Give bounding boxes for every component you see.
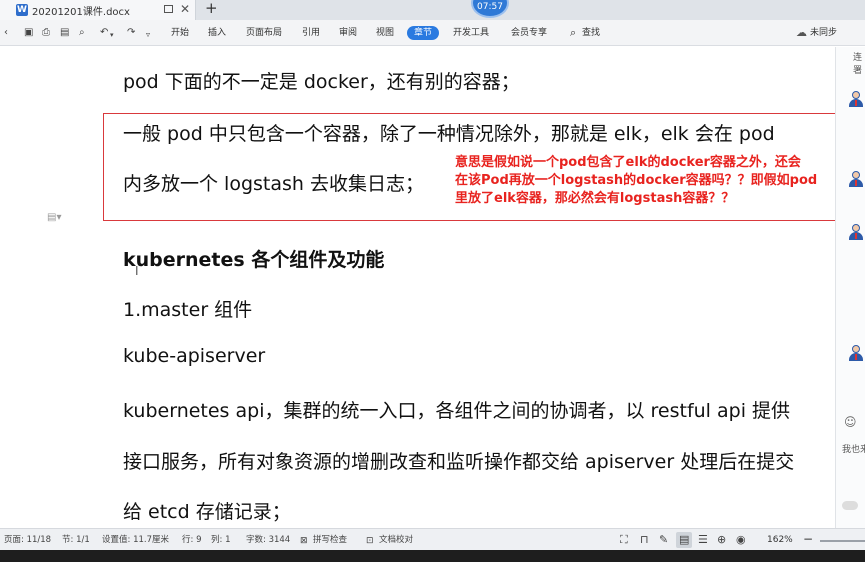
taskbar-strip — [0, 550, 865, 562]
menu-member[interactable]: 会员专享 — [511, 28, 547, 39]
web-view-icon[interactable]: ⊕ — [717, 534, 726, 546]
paragraph: pod 下面的不一定是 docker，还有别的容器； — [123, 71, 520, 93]
annotation-line: 在该Pod再放一个logstash的docker容器吗？？即假如pod — [455, 173, 818, 188]
outline-view-icon[interactable]: ☰ — [698, 534, 708, 546]
write-mode-icon[interactable]: ✎ — [659, 534, 668, 546]
paragraph: kube-apiserver — [123, 345, 266, 367]
doc-proof-icon[interactable]: ⊡ — [366, 535, 374, 547]
close-tab-icon[interactable]: ✕ — [180, 2, 190, 16]
fullscreen-icon[interactable]: ⛶ — [620, 534, 628, 546]
spell-check-button[interactable]: 拼写检查 — [313, 535, 347, 545]
paragraph: 1.master 组件 — [123, 299, 253, 321]
menu-review[interactable]: 审阅 — [339, 28, 357, 39]
menu-references[interactable]: 引用 — [302, 28, 320, 39]
zoom-level[interactable]: 162% — [767, 535, 793, 545]
undo-dropdown-icon[interactable]: ▾ — [110, 29, 114, 41]
print-icon[interactable]: ▤ — [60, 27, 69, 39]
row-indicator: 行: 9 — [182, 535, 202, 545]
document-title: 20201201课件.docx — [32, 6, 130, 18]
read-mode-icon[interactable]: ⊓ — [640, 534, 649, 546]
document-tab[interactable]: W 20201201课件.docx ✕ — [0, 0, 196, 20]
export-icon[interactable]: ⎙ — [42, 27, 50, 39]
emoji-icon[interactable]: ☺ — [844, 415, 857, 429]
paragraph: 给 etcd 存储记录； — [123, 501, 291, 523]
cloud-sync-icon[interactable]: ☁ — [796, 26, 807, 39]
title-bar: W 20201201课件.docx ✕ + 07:57 — [0, 0, 865, 20]
annotation-line: 里放了elk容器，那必然会有logstash容器？？ — [455, 191, 735, 206]
paragraph: 接口服务，所有对象资源的增删改查和监听操作都交给 apiserver 处理后在提… — [123, 451, 795, 473]
annotation-line: 意思是假如说一个pod包含了elk的docker容器之外，还会 — [455, 155, 801, 170]
user-avatar-icon[interactable] — [848, 224, 864, 240]
side-panel: 连署 ☺ 我也来 — [835, 47, 865, 528]
page-indicator[interactable]: 页面: 11/18 — [4, 535, 51, 545]
section-indicator: 节: 1/1 — [62, 535, 90, 545]
spell-check-icon[interactable]: ⊠ — [300, 535, 308, 547]
eye-protect-icon[interactable]: ◉ — [736, 534, 746, 546]
paragraph-marker-icon[interactable]: ▤▾ — [47, 212, 61, 223]
menu-insert[interactable]: 插入 — [208, 28, 226, 39]
paragraph: kubernetes api，集群的统一入口，各组件之间的协调者，以 restf… — [123, 400, 791, 422]
menu-view[interactable]: 视图 — [376, 28, 394, 39]
menu-page-layout[interactable]: 页面布局 — [246, 28, 282, 39]
comment-input[interactable]: 我也来 — [842, 442, 865, 455]
print-preview-icon[interactable]: ⌕ — [79, 27, 85, 39]
menu-sections[interactable]: 章节 — [407, 26, 439, 40]
zoom-out-button[interactable]: − — [803, 532, 813, 546]
search-icon[interactable]: ⌕ — [570, 26, 576, 40]
menu-developer-tools[interactable]: 开发工具 — [453, 28, 489, 39]
column-indicator: 列: 1 — [211, 535, 231, 545]
search-button[interactable]: 查找 — [582, 28, 600, 39]
monitor-icon[interactable] — [164, 5, 173, 13]
paragraph: 一般 pod 中只包含一个容器，除了一种情况除外，那就是 elk，elk 会在 … — [123, 123, 775, 145]
zoom-slider[interactable] — [820, 540, 865, 542]
page-view-icon[interactable]: ▤ — [679, 534, 689, 546]
status-bar: 页面: 11/18 节: 1/1 设置值: 11.7厘米 行: 9 列: 1 字… — [0, 528, 865, 550]
word-count[interactable]: 字数: 3144 — [246, 535, 290, 545]
menu-chevron-icon[interactable]: ‹ — [4, 27, 8, 39]
toggle-switch[interactable] — [842, 501, 858, 510]
word-doc-icon: W — [16, 4, 28, 16]
annotation-note: 意思是假如说一个pod包含了elk的docker容器之外，还会 在该Pod再放一… — [455, 154, 835, 208]
menu-home[interactable]: 开始 — [171, 28, 189, 39]
panel-label: 连署 — [853, 53, 863, 76]
user-avatar-icon[interactable] — [848, 345, 864, 361]
text-cursor-icon: I — [135, 264, 139, 278]
undo-icon[interactable]: ↶ — [100, 27, 108, 39]
user-avatar-icon[interactable] — [848, 91, 864, 107]
paragraph: 内多放一个 logstash 去收集日志； — [123, 173, 424, 195]
sync-status[interactable]: 未同步 — [810, 28, 837, 39]
user-avatar-icon[interactable] — [848, 171, 864, 187]
redo-icon[interactable]: ↷ — [127, 27, 135, 39]
document-page[interactable]: pod 下面的不一定是 docker，还有别的容器； 一般 pod 中只包含一个… — [0, 47, 835, 528]
quick-access-dropdown-icon[interactable]: ▿ — [146, 29, 150, 41]
clock-badge: 07:57 — [471, 0, 509, 18]
section-heading: kubernetes 各个组件及功能 — [123, 249, 385, 271]
doc-proof-button[interactable]: 文档校对 — [379, 535, 413, 545]
save-icon[interactable]: ▣ — [24, 27, 33, 39]
ribbon-toolbar: ‹ ▣ ⎙ ▤ ⌕ ↶ ▾ ↷ ▿ 开始 插入 页面布局 引用 审阅 视图 章节… — [0, 20, 865, 46]
setting-value: 设置值: 11.7厘米 — [102, 535, 169, 545]
new-tab-button[interactable]: + — [205, 0, 218, 17]
